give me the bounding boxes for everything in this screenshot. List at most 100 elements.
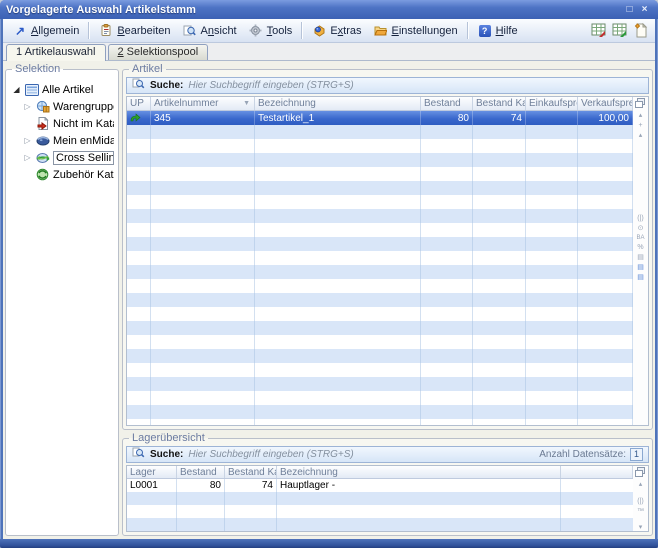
column-header-bestand-kalk[interactable]: Bestand Kalk.. (473, 97, 526, 110)
tab-selektionspool[interactable]: 2 Selektionspool (108, 44, 209, 60)
expander-collapsed-icon[interactable]: ▷ (23, 137, 32, 145)
empty-row[interactable] (127, 293, 633, 307)
column-header-verkaufspreis[interactable]: Verkaufspreis (578, 97, 633, 110)
close-button[interactable]: × (637, 3, 652, 17)
empty-row[interactable] (127, 377, 633, 391)
scroll-up-icon[interactable]: ▴ (639, 481, 643, 488)
layout-icon[interactable]: ▤ (637, 254, 644, 261)
empty-row[interactable] (127, 518, 633, 531)
empty-cell (421, 335, 473, 349)
empty-row[interactable] (127, 391, 633, 405)
tree-item-nicht-im-katalog[interactable]: Nicht im Katalog (10, 115, 114, 132)
empty-row[interactable] (127, 237, 633, 251)
empty-row[interactable] (127, 265, 633, 279)
excel-export-green-button[interactable] (609, 21, 630, 41)
empty-cell (225, 505, 277, 518)
expander-collapsed-icon[interactable]: ▷ (23, 154, 32, 162)
empty-cell (151, 223, 255, 237)
menu-allgemein[interactable]: ↗ Allgemein (7, 22, 85, 39)
expander-expanded-icon[interactable]: ◢ (12, 86, 21, 94)
maximize-button[interactable]: □ (622, 3, 637, 17)
group-panel-icon[interactable]: (|) (637, 498, 643, 505)
empty-cell (421, 391, 473, 405)
empty-cell (151, 265, 255, 279)
empty-cell (151, 405, 255, 419)
column-header-bezeichnung[interactable]: Bezeichnung (277, 466, 561, 478)
tree-item-alle-artikel[interactable]: ◢ Alle Artikel (10, 81, 114, 98)
empty-cell (177, 492, 225, 505)
empty-cell (473, 363, 526, 377)
bezeichnung-cell: Testartikel_1 (255, 111, 421, 125)
menu-hilfe[interactable]: ? Hilfe (472, 22, 524, 39)
tree-item-cross-selling-katalog[interactable]: ▷ Cross Selling Katalog (10, 149, 114, 166)
filter-ba-icon[interactable]: BA (636, 235, 644, 241)
empty-row[interactable] (127, 492, 633, 505)
lager-row[interactable]: L0001 80 74 Hauptlager - (127, 479, 633, 492)
empty-row[interactable] (127, 405, 633, 419)
empty-cell (127, 209, 151, 223)
empty-row[interactable] (127, 307, 633, 321)
column-header-artikelnummer[interactable]: Artikelnummer▼ (151, 97, 255, 110)
lager-side-strip: ▴ (|) ™ ▾ (633, 466, 648, 531)
column-header-up[interactable]: UP (127, 97, 151, 110)
scroll-down-icon[interactable]: ▾ (639, 524, 643, 531)
empty-row[interactable] (127, 125, 633, 139)
record-count-value: 1 (630, 448, 643, 461)
menu-tools[interactable]: Tools (243, 22, 299, 39)
menu-bearbeiten[interactable]: Bearbeiten (93, 22, 176, 39)
search-panel-icon[interactable]: ⊙ (638, 225, 644, 232)
empty-row[interactable] (127, 209, 633, 223)
empty-row[interactable] (127, 349, 633, 363)
artikel-search-input[interactable]: Hier Suchbegriff eingeben (STRG+S) (188, 80, 353, 91)
scroll-top-icon[interactable]: ▴ (639, 132, 643, 139)
scroll-up-icon[interactable]: ▴ (639, 112, 643, 119)
column-header-bezeichnung[interactable]: Bezeichnung (255, 97, 421, 110)
empty-row[interactable] (127, 167, 633, 181)
empty-row[interactable] (127, 251, 633, 265)
empty-row[interactable] (127, 335, 633, 349)
lager-search-bar[interactable]: Suche: Hier Suchbegriff eingeben (STRG+S… (126, 446, 649, 463)
empty-row[interactable] (127, 279, 633, 293)
empty-cell (127, 195, 151, 209)
percent-icon[interactable]: % (637, 244, 643, 251)
menu-separator (301, 22, 303, 39)
excel-export-red-button[interactable] (588, 21, 609, 41)
menu-extras[interactable]: Extras (306, 22, 367, 39)
menu-ansicht[interactable]: Ansicht (177, 22, 243, 39)
move-row-icon[interactable]: + (638, 122, 642, 129)
group-panel-icon[interactable]: (|) (637, 215, 643, 222)
empty-row[interactable] (127, 419, 633, 425)
list-view-icon[interactable]: ▤ (637, 264, 644, 271)
column-header-lager[interactable]: Lager (127, 466, 177, 478)
list-view2-icon[interactable]: ▤ (637, 274, 644, 281)
column-chooser-icon[interactable] (635, 467, 646, 477)
empty-row[interactable] (127, 139, 633, 153)
expander-collapsed-icon[interactable]: ▷ (23, 103, 32, 111)
empty-row[interactable] (127, 321, 633, 335)
empty-row[interactable] (127, 223, 633, 237)
new-document-button[interactable] (630, 21, 651, 41)
column-header-bestand[interactable]: Bestand (421, 97, 473, 110)
empty-row[interactable] (127, 363, 633, 377)
tree-item-zubehoer-katalog[interactable]: Zubehör Katalog (10, 166, 114, 183)
empty-row[interactable] (127, 181, 633, 195)
empty-cell (421, 139, 473, 153)
tab-artikelauswahl[interactable]: 1 Artikelauswahl (6, 44, 106, 61)
titlebar[interactable]: Vorgelagerte Auswahl Artikelstamm □ × (0, 0, 658, 19)
artikel-search-bar[interactable]: Suche: Hier Suchbegriff eingeben (STRG+S… (126, 77, 649, 94)
column-chooser-icon[interactable] (635, 98, 646, 108)
artikel-row-selected[interactable]: 345 Testartikel_1 80 74 100,00 (127, 111, 633, 125)
column-header-bestand-kalk[interactable]: Bestand Kalk. (225, 466, 277, 478)
empty-cell (473, 321, 526, 335)
tree-item-warengruppen[interactable]: ▷ Warengruppen (10, 98, 114, 115)
tree-item-mein-enmida[interactable]: ▷ Mein enMida (10, 132, 114, 149)
column-header-bestand[interactable]: Bestand (177, 466, 225, 478)
empty-cell (255, 195, 421, 209)
lager-search-input[interactable]: Hier Suchbegriff eingeben (STRG+S) (188, 449, 353, 460)
column-header-einkaufspreis[interactable]: Einkaufspreis (526, 97, 578, 110)
empty-row[interactable] (127, 195, 633, 209)
empty-row[interactable] (127, 505, 633, 518)
tm-icon[interactable]: ™ (637, 508, 644, 515)
empty-row[interactable] (127, 153, 633, 167)
menu-einstellungen[interactable]: Einstellungen (368, 22, 464, 39)
